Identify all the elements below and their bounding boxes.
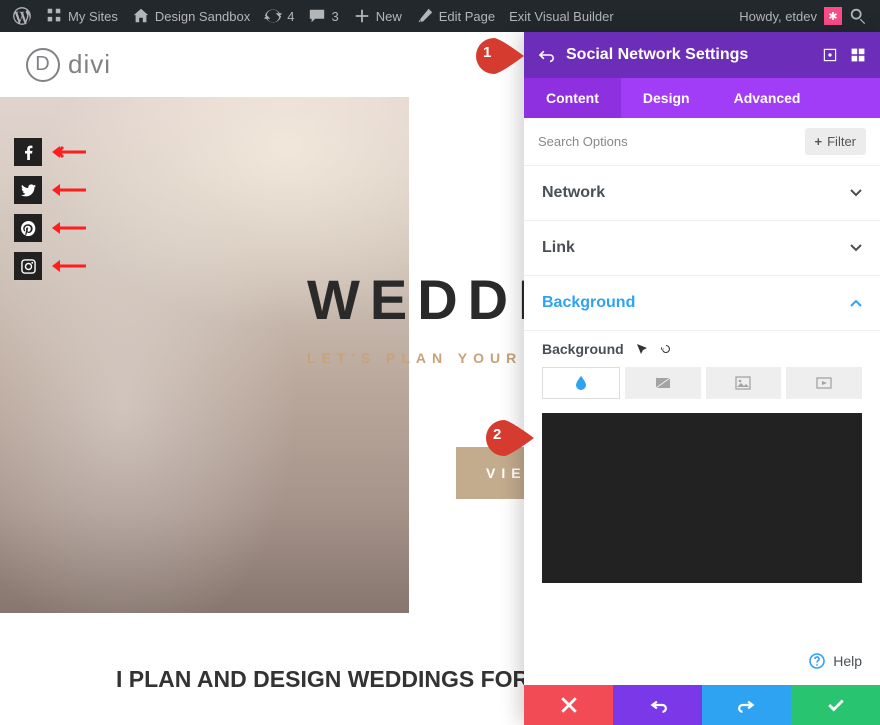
section-background[interactable]: Background: [524, 276, 880, 331]
background-body: Background: [524, 331, 880, 603]
facebook-button[interactable]: [14, 138, 42, 166]
wp-admin-bar: My Sites Design Sandbox 4 3 New Edit Pag…: [0, 0, 880, 32]
plus-icon: [353, 7, 371, 25]
refresh-icon: [264, 7, 282, 25]
social-follow-column: [14, 138, 86, 280]
section-network[interactable]: Network: [524, 166, 880, 221]
site-logo[interactable]: D divi: [26, 48, 111, 82]
my-sites-label: My Sites: [68, 9, 118, 24]
video-icon: [816, 375, 832, 391]
tab-design[interactable]: Design: [621, 78, 712, 118]
background-color-swatch[interactable]: [542, 413, 862, 583]
logo-mark: D: [26, 48, 60, 82]
facebook-icon: [21, 145, 36, 160]
image-icon: [735, 375, 751, 391]
check-icon: [827, 696, 845, 714]
section-network-label: Network: [542, 184, 605, 202]
search-row: Search Options +Filter: [524, 118, 880, 166]
tab-advanced[interactable]: Advanced: [712, 78, 823, 118]
callout-1-number: 1: [483, 44, 491, 61]
gradient-icon: [655, 375, 671, 391]
arrow-annotation: [52, 221, 86, 235]
search-options-input[interactable]: Search Options: [538, 134, 628, 149]
my-sites-link[interactable]: My Sites: [38, 0, 125, 32]
close-icon: [560, 696, 578, 714]
howdy-label: Howdy, etdev: [739, 9, 817, 24]
redo-icon: [738, 696, 756, 714]
updates-count: 4: [287, 9, 294, 24]
exit-vb-label: Exit Visual Builder: [509, 9, 614, 24]
wordpress-icon: [13, 7, 31, 25]
instagram-icon: [21, 259, 36, 274]
expand-icon[interactable]: [822, 47, 838, 63]
twitter-icon: [21, 183, 36, 198]
exit-vb-link[interactable]: Exit Visual Builder: [502, 0, 621, 32]
comments-link[interactable]: 3: [301, 0, 345, 32]
new-label: New: [376, 9, 402, 24]
callout-2-number: 2: [493, 426, 501, 443]
twitter-button[interactable]: [14, 176, 42, 204]
tab-content[interactable]: Content: [524, 78, 621, 118]
bg-tab-gradient[interactable]: [625, 367, 701, 399]
home-icon: [132, 7, 150, 25]
panel-header: Social Network Settings: [524, 32, 880, 78]
callout-1: 1: [476, 38, 524, 74]
comment-icon: [308, 7, 326, 25]
pinterest-button[interactable]: [14, 214, 42, 242]
callout-2: 2: [486, 420, 534, 456]
module-settings-panel: Social Network Settings Content Design A…: [524, 32, 880, 725]
back-icon[interactable]: [538, 47, 554, 63]
filter-label: Filter: [827, 134, 856, 149]
undo-button[interactable]: [613, 685, 702, 725]
background-type-tabs: [542, 367, 862, 399]
panel-action-row: [524, 685, 880, 725]
panel-title: Social Network Settings: [566, 46, 810, 64]
pencil-icon: [416, 7, 434, 25]
arrow-annotation: [52, 145, 86, 159]
help-label: Help: [833, 653, 862, 669]
comments-count: 3: [331, 9, 338, 24]
sandbox-link[interactable]: Design Sandbox: [125, 0, 257, 32]
chevron-up-icon: [850, 297, 862, 309]
edit-page-link[interactable]: Edit Page: [409, 0, 502, 32]
sandbox-label: Design Sandbox: [155, 9, 250, 24]
bg-tab-image[interactable]: [706, 367, 782, 399]
grid-icon[interactable]: [850, 47, 866, 63]
section-background-label: Background: [542, 294, 635, 312]
search-toggle[interactable]: [842, 0, 874, 32]
background-label: Background: [542, 341, 624, 357]
howdy-user[interactable]: Howdy, etdev: [732, 0, 824, 32]
help-icon: [809, 653, 825, 669]
chevron-down-icon: [850, 187, 862, 199]
sites-icon: [45, 7, 63, 25]
reset-icon[interactable]: [660, 343, 672, 355]
arrow-annotation: [52, 259, 86, 273]
user-avatar[interactable]: ✱: [824, 7, 842, 25]
search-icon: [849, 7, 867, 25]
bg-tab-color[interactable]: [542, 367, 620, 399]
section-link[interactable]: Link: [524, 221, 880, 276]
instagram-button[interactable]: [14, 252, 42, 280]
edit-page-label: Edit Page: [439, 9, 495, 24]
help-link[interactable]: Help: [524, 637, 880, 685]
arrow-annotation: [52, 183, 86, 197]
save-button[interactable]: [791, 685, 880, 725]
chevron-down-icon: [850, 242, 862, 254]
brand-text: divi: [68, 49, 111, 80]
undo-icon: [649, 696, 667, 714]
cursor-icon[interactable]: [636, 343, 648, 355]
new-link[interactable]: New: [346, 0, 409, 32]
droplet-icon: [573, 375, 589, 391]
redo-button[interactable]: [702, 685, 791, 725]
cancel-button[interactable]: [524, 685, 613, 725]
pinterest-icon: [21, 221, 36, 236]
panel-tabs: Content Design Advanced: [524, 78, 880, 118]
updates-link[interactable]: 4: [257, 0, 301, 32]
filter-button[interactable]: +Filter: [805, 128, 866, 155]
bg-tab-video[interactable]: [786, 367, 862, 399]
wp-logo-menu[interactable]: [6, 0, 38, 32]
section-link-label: Link: [542, 239, 575, 257]
